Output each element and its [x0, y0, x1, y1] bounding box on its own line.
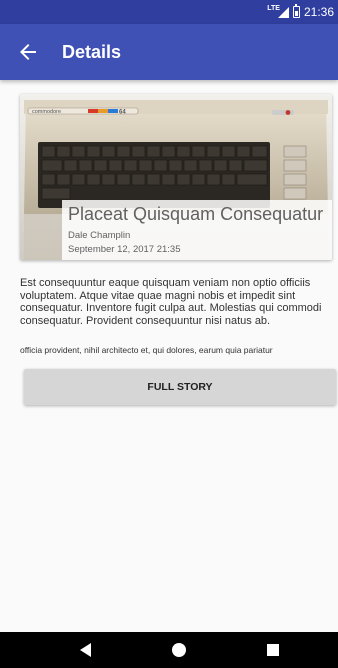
nav-home-icon[interactable] [172, 643, 186, 657]
article-headline: Placeat Quisquam Consequatur [68, 204, 324, 224]
back-button[interactable] [0, 24, 56, 80]
status-time: 21:36 [303, 5, 334, 19]
hero-card[interactable]: commodore 64 Placeat Quisquam Consequatu… [20, 94, 332, 260]
full-story-button[interactable]: FULL STORY [24, 369, 336, 405]
page-title: Details [62, 41, 122, 62]
article-author: Dale Champlin [68, 230, 131, 241]
app-bar: Details [0, 24, 338, 80]
system-nav-bar [0, 632, 338, 668]
article-date: September 12, 2017 21:35 [68, 244, 181, 255]
arrow-back-icon [20, 44, 36, 60]
signal-icon [277, 6, 289, 18]
brand-text: commodore [32, 109, 61, 115]
article-body: Est consequuntur eaque quisquam veniam n… [20, 277, 322, 327]
battery-icon [292, 4, 300, 18]
rainbow-stripe-icon [88, 109, 118, 113]
article-excerpt: officia provident, nihil architecto et, … [20, 345, 273, 355]
status-bar: LTE 21:36 [0, 0, 338, 24]
model-text: 64 [119, 110, 126, 116]
nav-recents-icon[interactable] [267, 644, 279, 656]
nav-back-icon[interactable] [80, 643, 91, 657]
status-icons: LTE 21:36 [267, 0, 334, 24]
